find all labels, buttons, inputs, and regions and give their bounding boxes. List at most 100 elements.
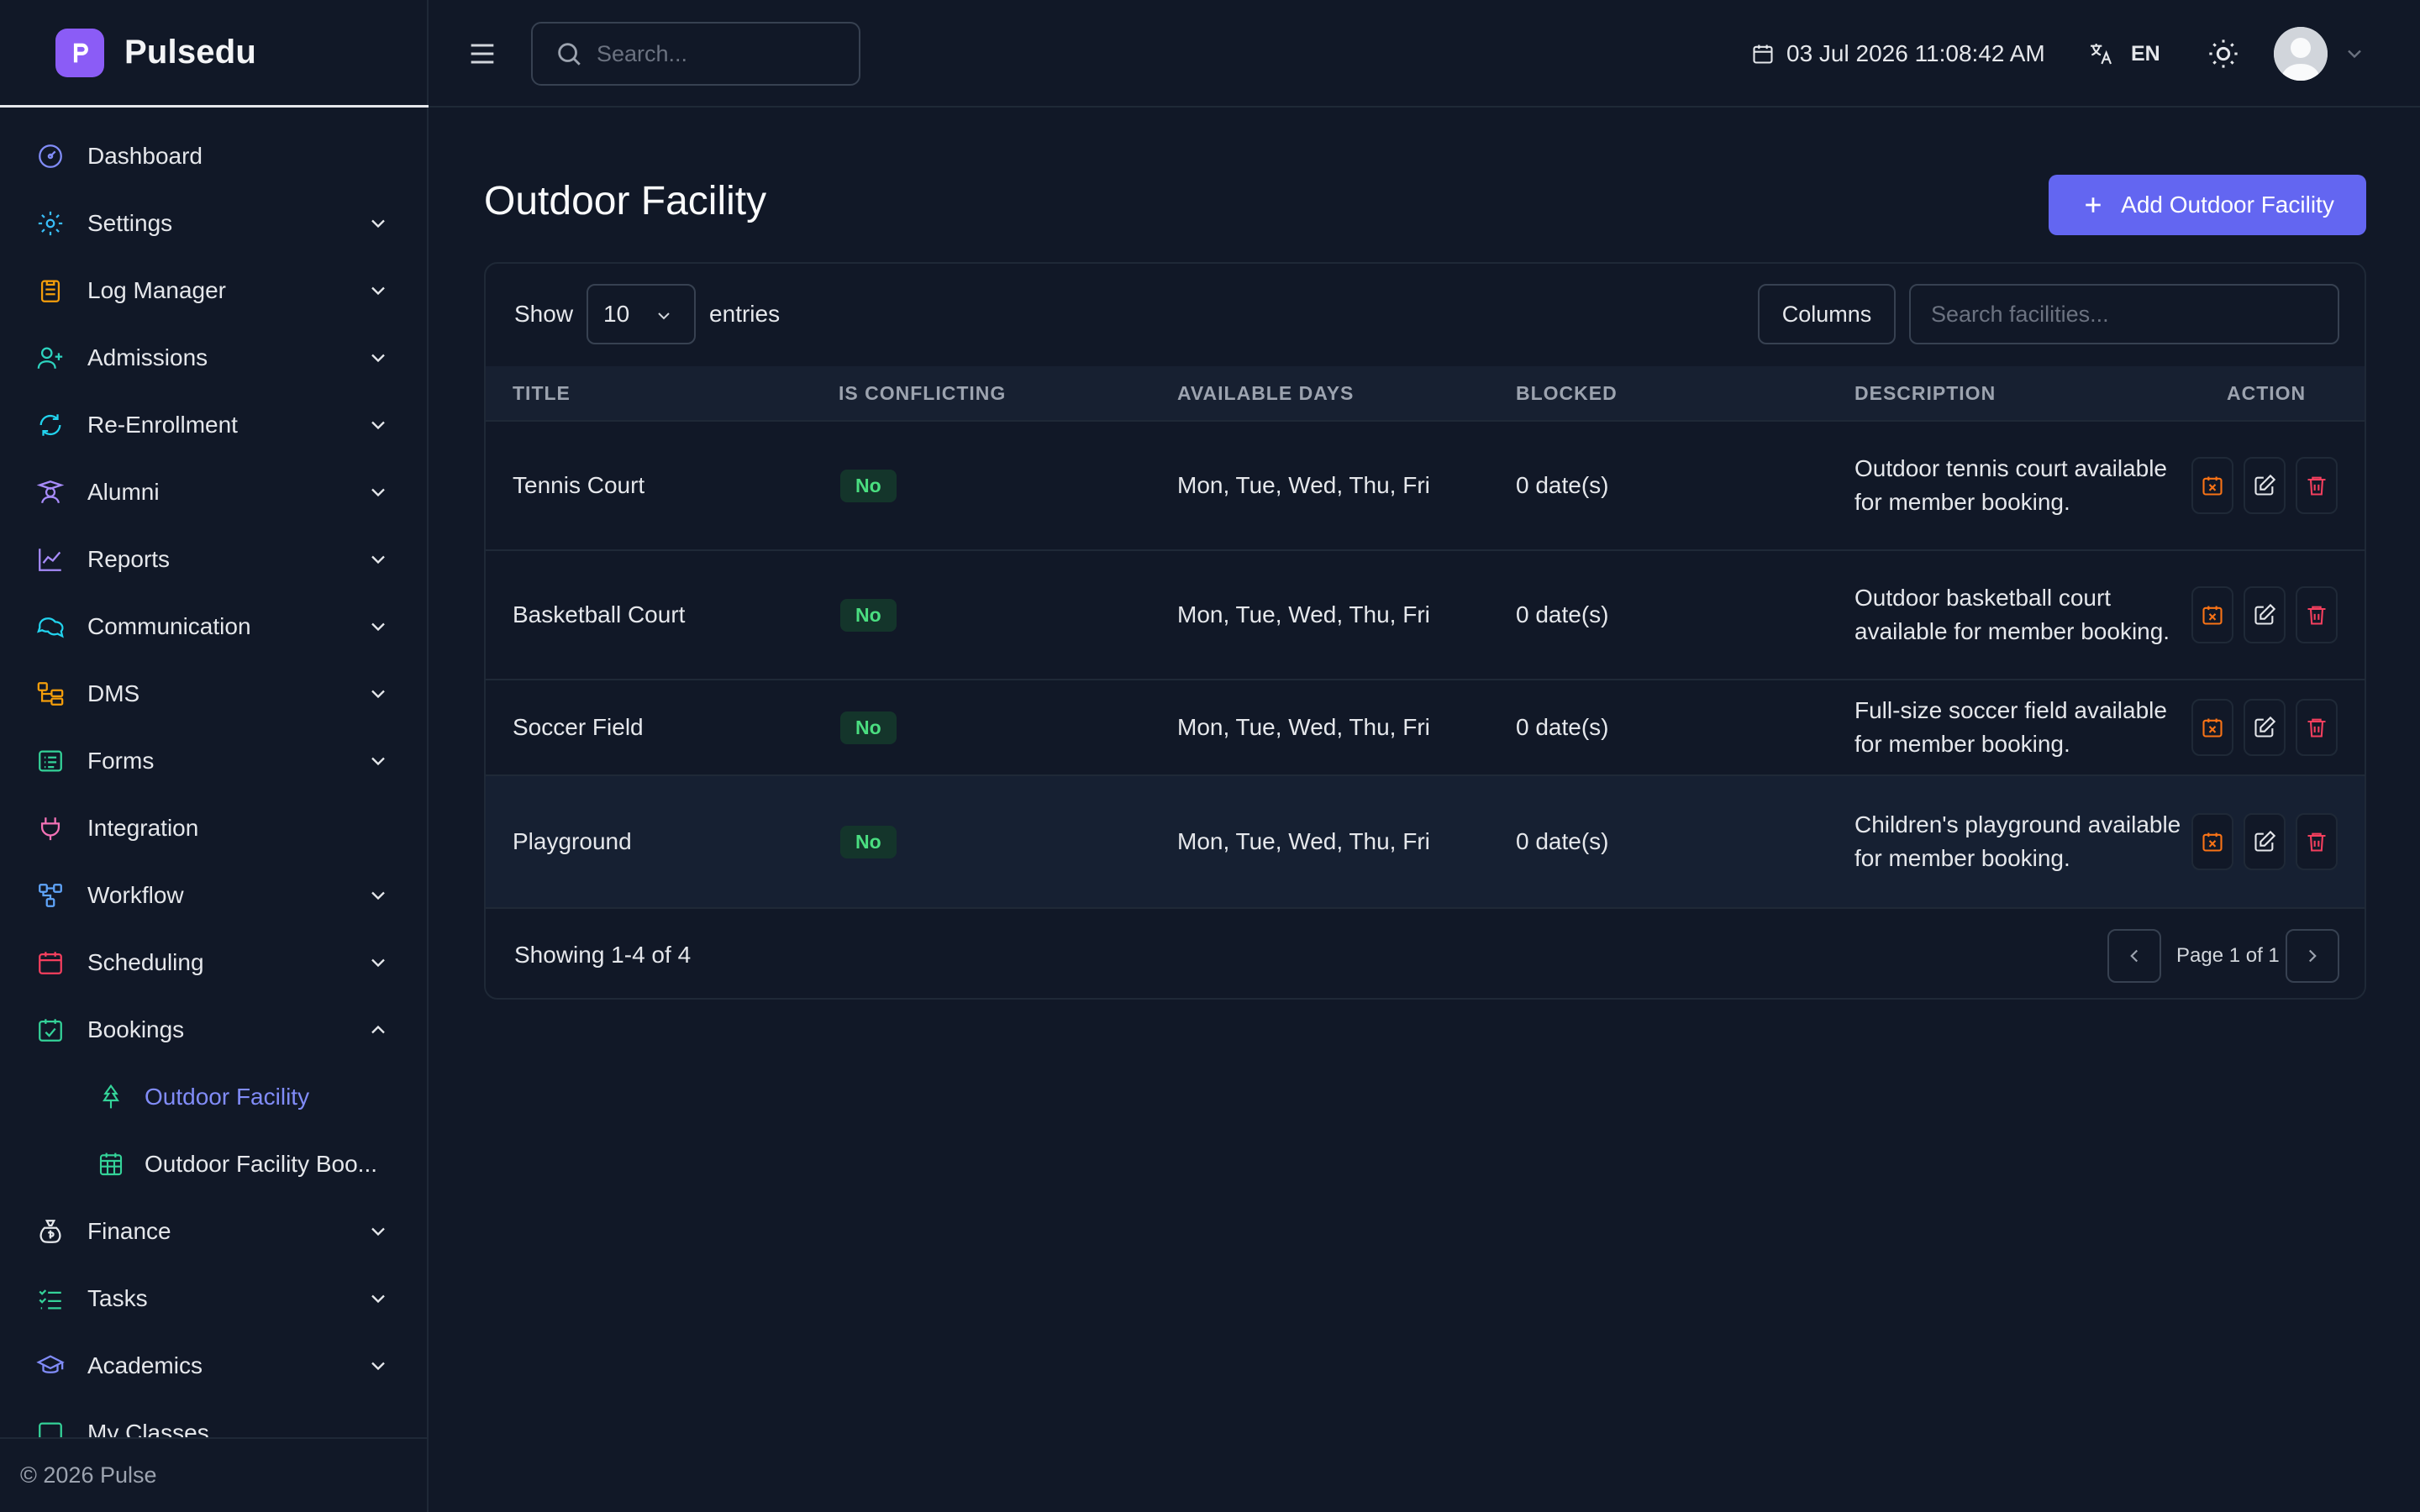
column-header-available-days[interactable]: AVAILABLE DAYS bbox=[1177, 366, 1354, 420]
sidebar-item-label: Integration bbox=[87, 815, 199, 841]
user-avatar-icon bbox=[2274, 27, 2328, 81]
cell-description: Outdoor basketball court available for m… bbox=[1854, 585, 2170, 644]
sidebar-item-admissions[interactable]: Admissions bbox=[0, 324, 427, 391]
chevron-down-icon bbox=[371, 286, 385, 296]
sidebar-item-tasks[interactable]: Tasks bbox=[0, 1265, 427, 1332]
delete-button[interactable] bbox=[2296, 813, 2338, 870]
sidebar-item-reports[interactable]: Reports bbox=[0, 526, 427, 593]
sidebar-item-scheduling[interactable]: Scheduling bbox=[0, 929, 427, 996]
sidebar-item-label: My Classes bbox=[87, 1420, 209, 1437]
sidebar-item-label: Log Manager bbox=[87, 277, 227, 303]
columns-button[interactable]: Columns bbox=[1758, 284, 1896, 344]
cell-title: Basketball Court bbox=[513, 601, 686, 627]
column-header-title[interactable]: TITLE bbox=[513, 366, 571, 420]
sidebar-item-dms[interactable]: DMS bbox=[0, 660, 427, 727]
chevron-down-icon[interactable] bbox=[2343, 42, 2366, 66]
table-row: Tennis Court No Mon, Tue, Wed, Thu, Fri … bbox=[486, 420, 2365, 549]
block-dates-button[interactable] bbox=[2191, 457, 2233, 514]
sidebar-item-alumni[interactable]: Alumni bbox=[0, 459, 427, 526]
cell-description: Full-size soccer field available for mem… bbox=[1854, 697, 2167, 757]
block-dates-button[interactable] bbox=[2191, 699, 2233, 756]
sidebar-item-academics[interactable]: Academics bbox=[0, 1332, 427, 1399]
entries-label: entries bbox=[709, 301, 781, 327]
sidebar-item-re-enrollment[interactable]: Re-Enrollment bbox=[0, 391, 427, 459]
entries-select[interactable]: 10 bbox=[587, 284, 697, 344]
tree-icon bbox=[94, 1080, 128, 1114]
previous-page-button[interactable] bbox=[2107, 929, 2161, 983]
calendar-x-icon bbox=[2202, 832, 2223, 852]
edit-button[interactable] bbox=[2244, 699, 2286, 756]
sidebar-item-forms[interactable]: Forms bbox=[0, 727, 427, 795]
refresh-icon bbox=[34, 408, 67, 442]
cell-blocked: 0 date(s) bbox=[1516, 601, 1609, 627]
edit-button[interactable] bbox=[2244, 457, 2286, 514]
delete-button[interactable] bbox=[2296, 699, 2338, 756]
sidebar-item-communication[interactable]: Communication bbox=[0, 593, 427, 660]
edit-icon bbox=[2254, 716, 2276, 738]
edit-button[interactable] bbox=[2244, 586, 2286, 643]
calendar-x-icon bbox=[2202, 476, 2223, 496]
sidebar-item-label: Tasks bbox=[87, 1285, 148, 1311]
sidebar-item-integration[interactable]: Integration bbox=[0, 795, 427, 862]
edit-icon bbox=[2254, 474, 2276, 496]
avatar[interactable] bbox=[2274, 27, 2328, 81]
sidebar-item-log-manager[interactable]: Log Manager bbox=[0, 257, 427, 324]
table-row: Basketball Court No Mon, Tue, Wed, Thu, … bbox=[486, 549, 2365, 679]
sidebar-item-label: Scheduling bbox=[87, 949, 204, 975]
datetime-text: 03 Jul 2026 11:08:42 AM bbox=[1786, 40, 2045, 66]
cell-description: Children's playground available for memb… bbox=[1854, 811, 2181, 871]
chat-icon bbox=[34, 610, 67, 643]
table-footer: Showing 1-4 of 4 Page 1 of 1 bbox=[486, 907, 2365, 998]
sidebar-item-label: Dashboard bbox=[87, 143, 203, 169]
status-badge: No bbox=[840, 469, 897, 502]
sidebar-item-label: Reports bbox=[87, 546, 171, 572]
hamburger-menu-icon[interactable] bbox=[466, 37, 499, 71]
sidebar-subitem-outdoor-facility-booking[interactable]: Outdoor Facility Boo... bbox=[0, 1131, 427, 1198]
graduate-icon bbox=[34, 475, 67, 509]
facilities-search-input[interactable]: Search facilities... bbox=[1909, 284, 2339, 344]
column-header-blocked[interactable]: BLOCKED bbox=[1516, 366, 1618, 420]
sidebar-item-my-classes[interactable]: My Classes bbox=[0, 1399, 427, 1437]
dashboard-icon bbox=[34, 139, 67, 173]
page-size-control: Show 10 entries bbox=[514, 284, 780, 344]
classes-icon bbox=[34, 1416, 67, 1437]
trash-icon bbox=[2307, 606, 2326, 625]
column-header-description[interactable]: DESCRIPTION bbox=[1854, 366, 1996, 420]
sun-icon[interactable] bbox=[2207, 37, 2240, 71]
chevron-down-icon bbox=[371, 690, 385, 699]
sidebar-item-label: Re-Enrollment bbox=[87, 412, 238, 438]
sidebar-item-settings[interactable]: Settings bbox=[0, 190, 427, 257]
sidebar-item-finance[interactable]: Finance bbox=[0, 1198, 427, 1265]
chevron-down-icon bbox=[371, 354, 385, 363]
edit-button[interactable] bbox=[2244, 813, 2286, 870]
status-badge: No bbox=[840, 711, 897, 744]
sidebar-item-dashboard[interactable]: Dashboard bbox=[0, 123, 427, 190]
cell-days: Mon, Tue, Wed, Thu, Fri bbox=[1177, 828, 1430, 854]
brand-logo-icon bbox=[55, 28, 104, 77]
sidebar-item-label: Forms bbox=[87, 748, 155, 774]
add-button-label: Add Outdoor Facility bbox=[2121, 192, 2334, 218]
block-dates-button[interactable] bbox=[2191, 813, 2233, 870]
next-page-button[interactable] bbox=[2286, 929, 2339, 983]
cell-days: Mon, Tue, Wed, Thu, Fri bbox=[1177, 472, 1430, 498]
sidebar-item-workflow[interactable]: Workflow bbox=[0, 862, 427, 929]
chevron-up-icon bbox=[371, 1025, 385, 1034]
delete-button[interactable] bbox=[2296, 586, 2338, 643]
brand[interactable]: Pulsedu bbox=[0, 0, 429, 108]
sidebar: Pulsedu Dashboard Settings Log Manager A… bbox=[0, 0, 429, 1512]
sidebar-item-bookings[interactable]: Bookings bbox=[0, 996, 427, 1063]
edit-icon bbox=[2254, 603, 2276, 625]
add-outdoor-facility-button[interactable]: Add Outdoor Facility bbox=[2049, 175, 2366, 235]
cell-conflicting: No bbox=[840, 776, 897, 907]
chevron-down-icon bbox=[371, 219, 385, 228]
table-header: TITLE IS CONFLICTING AVAILABLE DAYS BLOC… bbox=[486, 366, 2365, 420]
sidebar-subitem-outdoor-facility[interactable]: Outdoor Facility bbox=[0, 1063, 427, 1131]
calendar-x-icon bbox=[2202, 718, 2223, 738]
cell-conflicting: No bbox=[840, 422, 897, 549]
column-header-is-conflicting[interactable]: IS CONFLICTING bbox=[839, 366, 1006, 420]
delete-button[interactable] bbox=[2296, 457, 2338, 514]
language-switcher[interactable]: EN bbox=[2087, 34, 2160, 74]
block-dates-button[interactable] bbox=[2191, 586, 2233, 643]
global-search-input[interactable]: Search... bbox=[531, 22, 860, 86]
trash-icon bbox=[2307, 832, 2326, 852]
